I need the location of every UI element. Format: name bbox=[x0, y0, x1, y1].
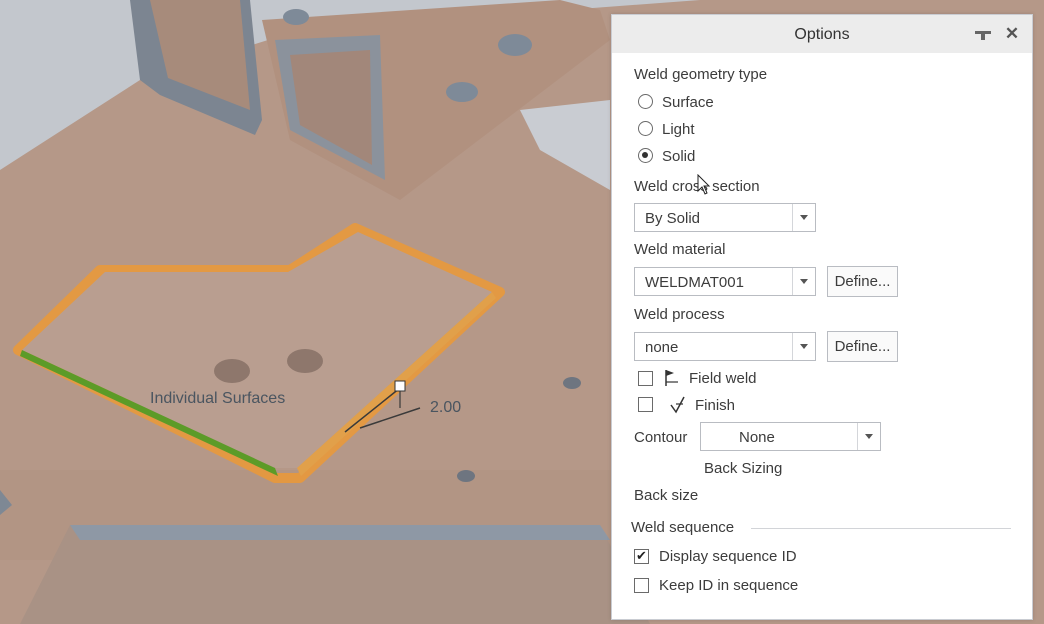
finish-checkbox[interactable] bbox=[638, 397, 653, 412]
sequence-label: Weld sequence bbox=[631, 519, 735, 536]
field-weld-label[interactable]: Field weld bbox=[689, 370, 757, 387]
display-sequence-label[interactable]: Display sequence ID bbox=[659, 548, 797, 565]
chevron-down-icon[interactable] bbox=[792, 204, 815, 231]
cross-section-select[interactable]: By Solid bbox=[634, 203, 816, 232]
process-value: none bbox=[645, 339, 679, 356]
process-define-button[interactable]: Define... bbox=[827, 331, 898, 362]
radio-solid[interactable] bbox=[638, 148, 653, 163]
finish-label[interactable]: Finish bbox=[695, 397, 735, 414]
radio-light[interactable] bbox=[638, 121, 653, 136]
back-sizing-label: Back Sizing bbox=[704, 460, 783, 477]
panel-header[interactable]: Options ✕ bbox=[612, 15, 1032, 53]
chevron-down-icon[interactable] bbox=[792, 333, 815, 360]
geometry-type-label: Weld geometry type bbox=[634, 66, 768, 83]
contour-select[interactable]: None bbox=[700, 422, 881, 451]
dimension-value[interactable]: 2.00 bbox=[430, 399, 461, 417]
contour-value: None bbox=[739, 429, 775, 446]
material-label: Weld material bbox=[634, 241, 726, 258]
cross-section-value: By Solid bbox=[645, 210, 701, 227]
keep-id-checkbox[interactable] bbox=[634, 578, 649, 593]
surface-label: Individual Surfaces bbox=[150, 390, 286, 407]
radio-surface[interactable] bbox=[638, 94, 653, 109]
sequence-divider bbox=[751, 528, 1011, 529]
finish-symbol-icon bbox=[670, 396, 685, 414]
radio-surface-label[interactable]: Surface bbox=[662, 94, 714, 111]
chevron-down-icon[interactable] bbox=[857, 423, 880, 450]
process-label: Weld process bbox=[634, 306, 725, 323]
chevron-down-icon[interactable] bbox=[792, 268, 815, 295]
radio-light-label[interactable]: Light bbox=[662, 121, 695, 138]
contour-label: Contour bbox=[634, 429, 688, 446]
material-select[interactable]: WELDMAT001 bbox=[634, 267, 816, 296]
keep-id-label[interactable]: Keep ID in sequence bbox=[659, 577, 798, 594]
pin-icon[interactable] bbox=[972, 24, 994, 46]
back-size-label: Back size bbox=[634, 487, 699, 504]
flag-icon bbox=[665, 370, 678, 386]
field-weld-checkbox[interactable] bbox=[638, 371, 653, 386]
material-define-button[interactable]: Define... bbox=[827, 266, 898, 297]
dimension-handle bbox=[394, 380, 406, 392]
close-icon[interactable]: ✕ bbox=[1002, 23, 1022, 45]
radio-solid-label[interactable]: Solid bbox=[662, 148, 695, 165]
cursor-icon bbox=[697, 174, 711, 195]
material-value: WELDMAT001 bbox=[645, 274, 744, 291]
display-sequence-checkbox[interactable]: ✔ bbox=[634, 549, 649, 564]
options-panel: Options ✕ Weld geometry type Surface Lig… bbox=[611, 14, 1033, 620]
panel-title: Options bbox=[794, 26, 850, 43]
process-select[interactable]: none bbox=[634, 332, 816, 361]
